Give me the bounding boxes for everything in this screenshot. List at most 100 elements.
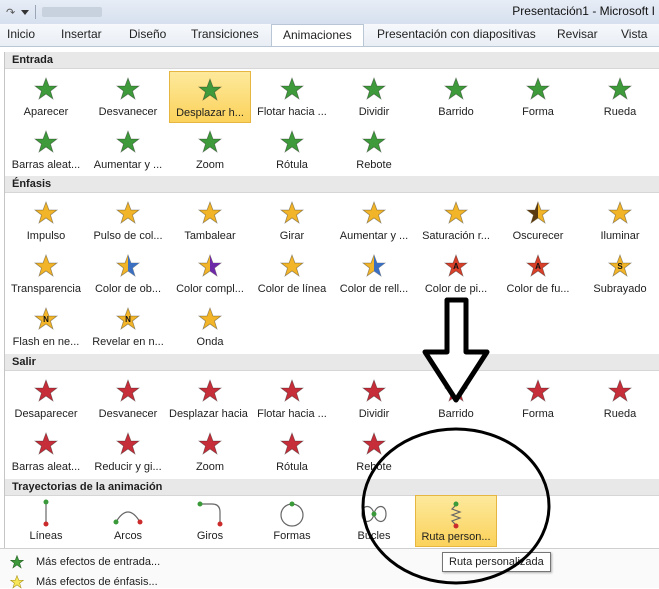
tab-vista[interactable]: Vista bbox=[621, 27, 647, 41]
effect-entrada-dividir[interactable]: Dividir bbox=[333, 71, 415, 123]
effect-enfasis-revelar-en-n[interactable]: N Revelar en n... bbox=[87, 301, 169, 353]
animation-gallery: Entrada Aparecer Desvanecer Desplazar h... F… bbox=[4, 52, 659, 587]
svg-text:A: A bbox=[535, 262, 541, 271]
star-icon bbox=[279, 200, 305, 225]
tab-diseno[interactable]: Diseño bbox=[129, 27, 166, 41]
effect-trayectorias-arcos[interactable]: Arcos bbox=[87, 495, 169, 547]
effect-entrada-aumentar-y[interactable]: Aumentar y ... bbox=[87, 124, 169, 176]
effect-enfasis-onda[interactable]: Onda bbox=[169, 301, 251, 353]
effect-enfasis-color-compl[interactable]: Color compl... bbox=[169, 248, 251, 300]
effect-entrada-rotula[interactable]: Rótula bbox=[251, 124, 333, 176]
effect-enfasis-color-de-pi[interactable]: A Color de pi... bbox=[415, 248, 497, 300]
effect-label: Desplazar hacia ... bbox=[169, 408, 251, 420]
effect-entrada-flotar-hacia[interactable]: Flotar hacia ... bbox=[251, 71, 333, 123]
effect-enfasis-subrayado[interactable]: S Subrayado bbox=[579, 248, 659, 300]
effect-enfasis-saturacion-r[interactable]: Saturación r... bbox=[415, 195, 497, 247]
star-icon bbox=[361, 129, 387, 154]
effect-salir-rueda[interactable]: Rueda bbox=[579, 373, 659, 425]
effect-enfasis-aumentar-y[interactable]: Aumentar y ... bbox=[333, 195, 415, 247]
effect-entrada-desvanecer[interactable]: Desvanecer bbox=[87, 71, 169, 123]
effect-salir-barras-aleat[interactable]: Barras aleat... bbox=[5, 426, 87, 478]
star-icon bbox=[197, 77, 223, 102]
effect-label: Barrido bbox=[438, 106, 474, 118]
star-icon bbox=[361, 76, 387, 101]
effect-salir-forma[interactable]: Forma bbox=[497, 373, 579, 425]
effect-label: Desvanecer bbox=[98, 106, 158, 118]
effect-salir-desvanecer[interactable]: Desvanecer bbox=[87, 373, 169, 425]
tab-inicio[interactable]: Inicio bbox=[7, 27, 35, 41]
star-icon bbox=[443, 200, 469, 225]
effect-enfasis-girar[interactable]: Girar bbox=[251, 195, 333, 247]
effect-label: Barrido bbox=[438, 408, 474, 420]
effect-label: Color de fu... bbox=[506, 283, 570, 295]
effect-enfasis-color-de-rell[interactable]: Color de rell... bbox=[333, 248, 415, 300]
effect-enfasis-oscurecer[interactable]: Oscurecer bbox=[497, 195, 579, 247]
effect-label: Ruta person... bbox=[421, 531, 491, 543]
effect-label: Revelar en n... bbox=[92, 336, 164, 348]
entrance-star-icon bbox=[10, 555, 24, 569]
effect-entrada-rebote[interactable]: Rebote bbox=[333, 124, 415, 176]
tab-animaciones[interactable]: Animaciones bbox=[271, 24, 364, 46]
effect-label: Rebote bbox=[356, 461, 392, 473]
effect-label: Desvanecer bbox=[98, 408, 158, 420]
effect-salir-reducir-y-gi[interactable]: Reducir y gi... bbox=[87, 426, 169, 478]
star-icon: A bbox=[443, 253, 469, 278]
effect-label: Aumentar y ... bbox=[93, 159, 163, 171]
customize-toolbar-icon[interactable] bbox=[21, 9, 30, 15]
effect-trayectorias-lineas[interactable]: Líneas bbox=[5, 495, 87, 547]
redo-icon[interactable]: ↷ bbox=[6, 6, 15, 19]
effect-trayectorias-formas[interactable]: Formas bbox=[251, 495, 333, 547]
effect-label: Flotar hacia ... bbox=[257, 106, 327, 118]
tab-revisar[interactable]: Revisar bbox=[557, 27, 598, 41]
effect-label: Aumentar y ... bbox=[339, 230, 409, 242]
effect-label: Aparecer bbox=[23, 106, 69, 118]
effect-entrada-aparecer[interactable]: Aparecer bbox=[5, 71, 87, 123]
effect-label: Color de rell... bbox=[339, 283, 409, 295]
effect-salir-zoom[interactable]: Zoom bbox=[169, 426, 251, 478]
more-entrance-effects[interactable]: Más efectos de entrada... bbox=[10, 555, 160, 569]
tab-transiciones[interactable]: Transiciones bbox=[191, 27, 259, 41]
effect-label: Arcos bbox=[113, 530, 143, 542]
effect-enfasis-iluminar[interactable]: Iluminar bbox=[579, 195, 659, 247]
star-icon bbox=[279, 431, 305, 456]
tab-insertar[interactable]: Insertar bbox=[61, 27, 102, 41]
effect-entrada-zoom[interactable]: Zoom bbox=[169, 124, 251, 176]
effect-enfasis-color-de-fu[interactable]: A Color de fu... bbox=[497, 248, 579, 300]
svg-text:S: S bbox=[617, 262, 623, 271]
effect-enfasis-impulso[interactable]: Impulso bbox=[5, 195, 87, 247]
effect-salir-flotar-hacia[interactable]: Flotar hacia ... bbox=[251, 373, 333, 425]
effect-enfasis-transparencia[interactable]: Transparencia bbox=[5, 248, 87, 300]
star-icon bbox=[33, 129, 59, 154]
effect-trayectorias-bucles[interactable]: Bucles bbox=[333, 495, 415, 547]
effect-trayectorias-ruta-person[interactable]: Ruta person... bbox=[415, 495, 497, 547]
effect-salir-dividir[interactable]: Dividir bbox=[333, 373, 415, 425]
star-icon bbox=[525, 76, 551, 101]
effect-salir-rotula[interactable]: Rótula bbox=[251, 426, 333, 478]
tab-presentacion[interactable]: Presentación con diapositivas bbox=[377, 27, 536, 41]
effect-enfasis-tambalear[interactable]: Tambalear bbox=[169, 195, 251, 247]
effect-entrada-forma[interactable]: Forma bbox=[497, 71, 579, 123]
effect-salir-barrido[interactable]: Barrido bbox=[415, 373, 497, 425]
effect-label: Color de línea bbox=[257, 283, 327, 295]
effect-salir-rebote[interactable]: Rebote bbox=[333, 426, 415, 478]
star-icon bbox=[33, 253, 59, 278]
effect-enfasis-pulso-de-col[interactable]: Pulso de col... bbox=[87, 195, 169, 247]
effect-enfasis-color-de-linea[interactable]: Color de línea bbox=[251, 248, 333, 300]
effect-enfasis-flash-en-ne[interactable]: N Flash en ne... bbox=[5, 301, 87, 353]
window-title: Presentación1 - Microsoft I bbox=[512, 4, 655, 18]
effect-label: Rebote bbox=[356, 159, 392, 171]
motion-path-icon bbox=[361, 505, 387, 523]
effect-entrada-barras-aleat[interactable]: Barras aleat... bbox=[5, 124, 87, 176]
effect-salir-desplazar-hacia[interactable]: Desplazar hacia ... bbox=[169, 373, 251, 425]
effect-enfasis-color-de-ob[interactable]: Color de ob... bbox=[87, 248, 169, 300]
effect-entrada-barrido[interactable]: Barrido bbox=[415, 71, 497, 123]
effect-entrada-desplazar-h[interactable]: Desplazar h... bbox=[169, 71, 251, 123]
star-icon bbox=[279, 129, 305, 154]
toolbar-separator bbox=[35, 5, 37, 19]
effect-salir-desaparecer[interactable]: Desaparecer bbox=[5, 373, 87, 425]
star-icon bbox=[115, 253, 141, 278]
effect-trayectorias-giros[interactable]: Giros bbox=[169, 495, 251, 547]
star-icon bbox=[607, 76, 633, 101]
star-icon bbox=[115, 200, 141, 225]
effect-entrada-rueda[interactable]: Rueda bbox=[579, 71, 659, 123]
